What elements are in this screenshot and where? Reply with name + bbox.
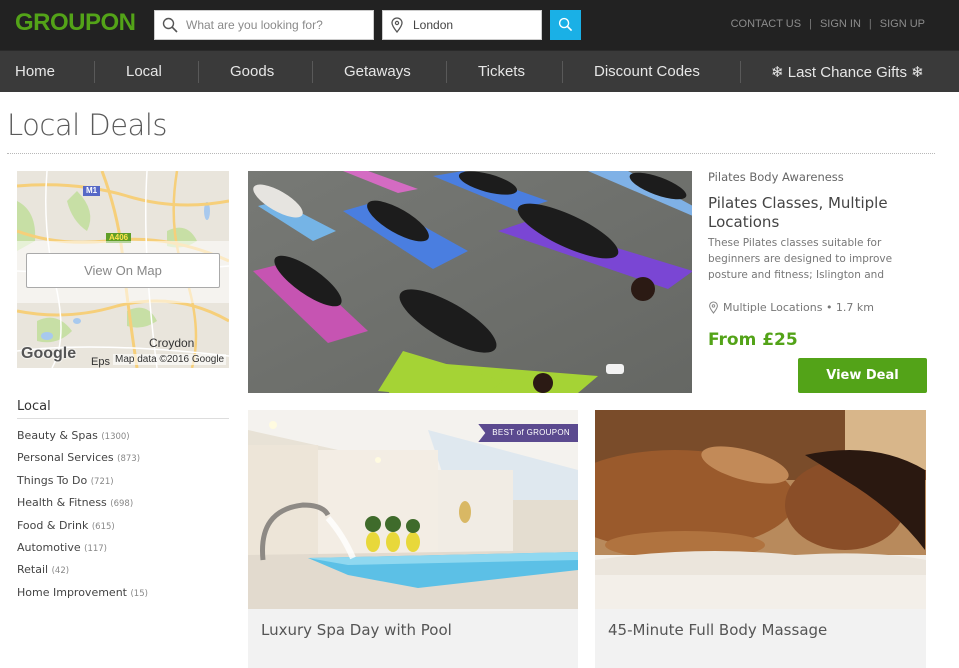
category-label: Personal Services bbox=[17, 451, 114, 465]
nav-discount-codes[interactable]: Discount Codes bbox=[594, 63, 700, 80]
search-button[interactable] bbox=[550, 10, 581, 40]
nav-goods[interactable]: Goods bbox=[230, 63, 274, 80]
pilates-photo bbox=[248, 171, 692, 393]
category-item[interactable]: Personal Services (873) bbox=[17, 451, 148, 473]
category-label: Automotive bbox=[17, 540, 81, 554]
category-item[interactable]: Things To Do (721) bbox=[17, 474, 148, 496]
title-divider bbox=[7, 153, 935, 154]
category-label: Retail bbox=[17, 563, 49, 577]
google-logo: Google bbox=[21, 345, 77, 362]
map-label-eps: Eps bbox=[91, 356, 110, 368]
map-label-croydon: Croydon bbox=[149, 336, 195, 350]
nav-divider bbox=[94, 61, 95, 83]
page-title: Local Deals bbox=[7, 108, 168, 142]
category-count: (42) bbox=[51, 566, 70, 577]
sign-in-link[interactable]: SIGN IN bbox=[820, 18, 861, 30]
category-list: Beauty & Spas (1300) Personal Services (… bbox=[17, 429, 148, 608]
merchant-name: Pilates Body Awareness bbox=[708, 170, 844, 184]
link-divider: | bbox=[809, 18, 812, 30]
nav-tickets[interactable]: Tickets bbox=[478, 63, 525, 80]
featured-deal-description: These Pilates classes suitable for begin… bbox=[708, 237, 893, 281]
location-pin-icon bbox=[391, 17, 403, 33]
location-input[interactable]: London bbox=[382, 10, 542, 40]
nav-last-chance-gifts[interactable]: ❄ Last Chance Gifts ❄ bbox=[771, 63, 924, 81]
deal-card-title[interactable]: 45-Minute Full Body Massage bbox=[608, 621, 827, 639]
map-widget[interactable]: M1 A406 View On Map Croydon Google Eps M… bbox=[17, 171, 229, 368]
main-nav: Home Local Goods Getaways Tickets Discou… bbox=[0, 50, 959, 92]
search-input[interactable]: What are you looking for? bbox=[154, 10, 374, 40]
category-count: (615) bbox=[91, 521, 115, 532]
account-links: CONTACT US | SIGN IN | SIGN UP bbox=[731, 18, 925, 30]
deal-card[interactable]: 45-Minute Full Body Massage bbox=[595, 410, 926, 668]
category-label: Home Improvement bbox=[17, 585, 127, 599]
nav-home[interactable]: Home bbox=[15, 63, 55, 80]
deal-card-title[interactable]: Luxury Spa Day with Pool bbox=[261, 621, 452, 639]
nav-local[interactable]: Local bbox=[126, 63, 162, 80]
category-item[interactable]: Home Improvement (15) bbox=[17, 586, 148, 608]
featured-deal-location: Multiple Locations • 1.7 km bbox=[708, 301, 874, 314]
top-header: GROUPON What are you looking for? London… bbox=[0, 0, 959, 50]
search-icon bbox=[162, 17, 178, 33]
deal-card[interactable]: BEST of GROUPON Luxury Spa Day with Pool bbox=[248, 410, 578, 668]
nav-divider bbox=[562, 61, 563, 83]
category-count: (873) bbox=[117, 454, 141, 465]
category-count: (698) bbox=[110, 499, 134, 510]
best-of-groupon-badge: BEST of GROUPON bbox=[478, 424, 578, 442]
category-label: Food & Drink bbox=[17, 518, 89, 532]
nav-getaways[interactable]: Getaways bbox=[344, 63, 411, 80]
location-value: London bbox=[413, 18, 454, 32]
category-count: (1300) bbox=[101, 432, 130, 442]
category-count: (721) bbox=[90, 476, 114, 487]
category-label: Things To Do bbox=[17, 473, 88, 487]
view-deal-button[interactable]: View Deal bbox=[798, 358, 927, 393]
contact-us-link[interactable]: CONTACT US bbox=[731, 18, 802, 30]
nav-divider bbox=[198, 61, 199, 83]
search-placeholder: What are you looking for? bbox=[186, 18, 323, 32]
nav-divider bbox=[446, 61, 447, 83]
road-shield-m1: M1 bbox=[83, 186, 101, 196]
sign-up-link[interactable]: SIGN UP bbox=[880, 18, 925, 30]
nav-divider bbox=[740, 61, 741, 83]
category-label: Beauty & Spas bbox=[17, 429, 98, 442]
nav-divider bbox=[312, 61, 313, 83]
location-text: Multiple Locations • 1.7 km bbox=[723, 301, 875, 314]
category-item[interactable]: Retail (42) bbox=[17, 563, 148, 585]
featured-deal-title[interactable]: Pilates Classes, Multiple Locations bbox=[708, 194, 938, 232]
search-icon bbox=[558, 17, 573, 32]
category-divider bbox=[17, 418, 229, 419]
map-attribution: Map data ©2016 Google bbox=[113, 354, 227, 365]
category-item[interactable]: Health & Fitness (698) bbox=[17, 496, 148, 518]
category-heading: Local bbox=[17, 399, 51, 414]
category-count: (15) bbox=[130, 588, 148, 599]
groupon-logo[interactable]: GROUPON bbox=[15, 9, 136, 37]
view-on-map-button[interactable]: View On Map bbox=[26, 253, 220, 288]
category-item[interactable]: Food & Drink (615) bbox=[17, 519, 148, 541]
location-pin-icon bbox=[709, 301, 718, 314]
category-item[interactable]: Automotive (117) bbox=[17, 541, 148, 563]
featured-deal-price: From £25 bbox=[708, 330, 798, 350]
category-item[interactable]: Beauty & Spas (1300) bbox=[17, 429, 148, 451]
massage-photo bbox=[595, 410, 926, 609]
link-divider: | bbox=[868, 18, 872, 30]
category-count: (117) bbox=[84, 543, 107, 554]
deal-card-image bbox=[595, 410, 926, 609]
deal-card-image: BEST of GROUPON bbox=[248, 410, 578, 609]
featured-deal-image[interactable] bbox=[248, 171, 692, 393]
category-label: Health & Fitness bbox=[17, 496, 107, 510]
